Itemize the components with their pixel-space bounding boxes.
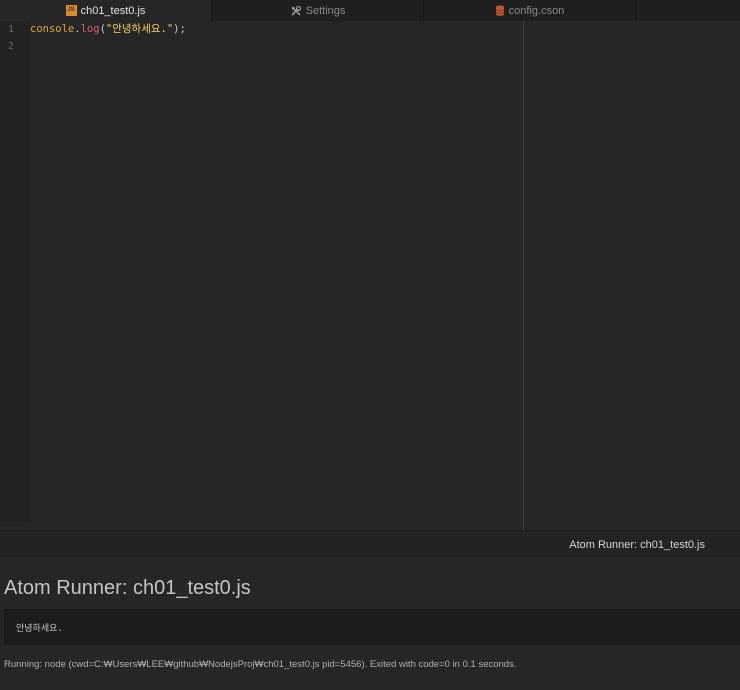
tab-label: Settings — [305, 4, 346, 17]
runner-footer: Running: node (cwd=C:₩Users₩LEE₩github₩N… — [4, 659, 517, 670]
tab-config-cson[interactable]: config.cson — [424, 0, 636, 21]
js-file-icon: JS — [65, 5, 77, 16]
tools-icon — [290, 5, 302, 17]
database-icon — [495, 5, 505, 16]
token-string: "안녕하세요." — [105, 23, 174, 35]
token-close: ); — [173, 23, 186, 35]
runner-title: Atom Runner: ch01_test0.js — [4, 577, 251, 599]
code-editor[interactable]: 1 2 console.log("안녕하세요."); — [0, 21, 740, 530]
code-line-empty[interactable] — [30, 38, 186, 55]
token-method: log — [80, 23, 100, 35]
atom-runner-panel: Atom Runner: ch01_test0.js 안녕하세요. Runnin… — [0, 557, 740, 690]
tab-bar: JS ch01_test0.js Settings config.cson — [0, 0, 740, 21]
line-number: 2 — [8, 41, 15, 52]
tab-ch01-test0-js[interactable]: JS ch01_test0.js — [0, 0, 212, 21]
status-runner-title: Atom Runner: ch01_test0.js — [569, 539, 705, 551]
token-object: console — [30, 23, 75, 35]
wrap-guide — [523, 21, 524, 530]
code-content[interactable]: console.log("안녕하세요."); — [30, 21, 186, 55]
tab-label: config.cson — [508, 4, 565, 17]
tab-label: ch01_test0.js — [80, 4, 146, 17]
line-number: 1 — [8, 24, 15, 35]
status-bar: Atom Runner: ch01_test0.js — [0, 530, 740, 557]
runner-output: 안녕하세요. — [4, 609, 740, 645]
tab-settings[interactable]: Settings — [212, 0, 424, 21]
code-line[interactable]: console.log("안녕하세요."); — [30, 21, 186, 38]
line-number-gutter: 1 2 — [0, 21, 30, 522]
